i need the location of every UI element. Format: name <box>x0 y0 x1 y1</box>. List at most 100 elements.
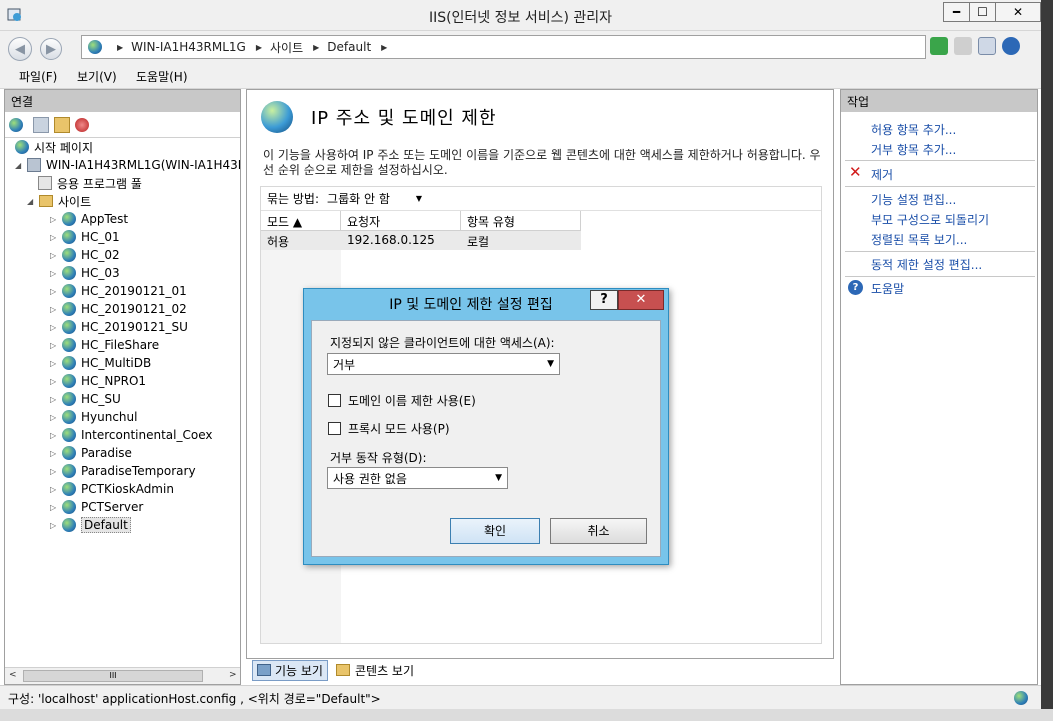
tree-site-item[interactable]: ▷ Default <box>50 516 131 534</box>
scroll-thumb[interactable]: III <box>23 670 203 682</box>
domain-restriction-checkbox[interactable]: 도메인 이름 제한 사용(E) <box>328 392 476 409</box>
row-0-requestor[interactable]: 192.168.0.125 <box>341 231 461 250</box>
view-ordered-list-link[interactable]: 정렬된 목록 보기... <box>871 231 967 248</box>
home-icon[interactable] <box>978 37 996 55</box>
checkbox-box[interactable] <box>328 394 341 407</box>
tree-site-item[interactable]: ▷ ParadiseTemporary <box>50 462 196 480</box>
breadcrumb-sites[interactable]: 사이트 <box>270 39 303 56</box>
horizontal-scrollbar[interactable]: < III > <box>5 667 240 684</box>
edit-feature-settings-link[interactable]: 기능 설정 편집... <box>871 191 956 208</box>
expand-icon[interactable]: ▷ <box>50 251 59 260</box>
add-deny-entry-link[interactable]: 거부 항목 추가... <box>871 141 956 158</box>
expand-icon[interactable]: ▷ <box>50 377 59 386</box>
row-0-entry-type[interactable]: 로컬 <box>461 231 581 250</box>
expand-icon[interactable]: ▷ <box>50 233 59 242</box>
site-globe-icon <box>62 446 76 460</box>
stop-icon[interactable] <box>954 37 972 55</box>
tree-site-item[interactable]: ▷ HC_20190121_02 <box>50 300 187 318</box>
tree-site-item[interactable]: ▷ HC_02 <box>50 246 120 264</box>
actions-header: 작업 <box>841 90 1037 112</box>
tree-site-item[interactable]: ▷ HC_FileShare <box>50 336 159 354</box>
tree-site-item[interactable]: ▷ PCTServer <box>50 498 143 516</box>
remove-link[interactable]: 제거 <box>871 166 893 183</box>
row-0-mode[interactable]: 허용 <box>261 231 341 250</box>
maximize-button[interactable]: ☐ <box>969 2 996 22</box>
help-icon[interactable] <box>1002 37 1020 55</box>
tree-site-item[interactable]: ▷ HC_01 <box>50 228 120 246</box>
tree-site-item[interactable]: ▷ HC_20190121_SU <box>50 318 188 336</box>
server-icon <box>27 158 41 172</box>
tree-sites[interactable]: ◢ 사이트 <box>27 192 91 210</box>
tree-site-item[interactable]: ▷ Paradise <box>50 444 132 462</box>
column-header-entry-type[interactable]: 항목 유형 <box>461 211 581 231</box>
checkbox-box[interactable] <box>328 422 341 435</box>
menu-file[interactable]: 파일(F) <box>19 68 57 85</box>
column-header-requestor[interactable]: 요청자 <box>341 211 461 231</box>
forward-button[interactable]: ▶ <box>40 38 62 60</box>
back-button[interactable]: ◀ <box>8 37 32 61</box>
edit-dynamic-restriction-link[interactable]: 동적 제한 설정 편집... <box>871 256 982 273</box>
disconnect-icon[interactable] <box>75 117 89 132</box>
close-button[interactable]: ✕ <box>995 2 1041 22</box>
expand-icon[interactable]: ▷ <box>50 395 59 404</box>
expand-icon[interactable]: ▷ <box>50 413 59 422</box>
expand-icon[interactable]: ▷ <box>50 323 59 332</box>
expand-icon[interactable]: ▷ <box>50 305 59 314</box>
tree-site-item[interactable]: ▷ HC_03 <box>50 264 120 282</box>
breadcrumb-default[interactable]: Default <box>327 40 371 54</box>
tree-site-item[interactable]: ▷ HC_20190121_01 <box>50 282 187 300</box>
collapse-icon[interactable]: ◢ <box>15 161 24 170</box>
dialog-close-button[interactable]: ✕ <box>618 290 664 310</box>
expand-icon[interactable]: ▷ <box>50 449 59 458</box>
expand-icon[interactable]: ▷ <box>50 215 59 224</box>
column-header-mode[interactable]: 모드 ▲ <box>261 211 341 231</box>
tree-server[interactable]: ◢ WIN-IA1H43RML1G(WIN-IA1H43RML1G <box>15 156 240 174</box>
address-bar[interactable]: ▶ WIN-IA1H43RML1G ▶ 사이트 ▶ Default ▶ <box>81 35 926 59</box>
connections-toolbar <box>5 112 240 138</box>
revert-to-parent-link[interactable]: 부모 구성으로 되돌리기 <box>871 211 989 228</box>
minimize-button[interactable]: ━ <box>943 2 970 22</box>
proxy-mode-checkbox[interactable]: 프록시 모드 사용(P) <box>328 420 450 437</box>
expand-icon[interactable]: ▷ <box>50 287 59 296</box>
refresh-icon[interactable] <box>930 37 948 55</box>
tree-app-pools[interactable]: 응용 프로그램 풀 <box>38 174 142 192</box>
breadcrumb-server[interactable]: WIN-IA1H43RML1G <box>131 40 246 54</box>
tree-site-item[interactable]: ▷ Hyunchul <box>50 408 137 426</box>
ok-button[interactable]: 확인 <box>450 518 540 544</box>
tab-features-view[interactable]: 기능 보기 <box>252 659 328 681</box>
expand-icon[interactable]: ▷ <box>50 467 59 476</box>
access-select[interactable]: 거부 ▼ <box>327 353 560 375</box>
expand-icon[interactable]: ▷ <box>50 521 59 530</box>
connect-icon[interactable] <box>9 117 23 132</box>
tab-content-view[interactable]: 콘텐츠 보기 <box>332 661 418 680</box>
site-globe-icon <box>62 230 76 244</box>
scroll-right-icon[interactable]: > <box>229 670 237 680</box>
expand-icon[interactable]: ▷ <box>50 341 59 350</box>
expand-icon[interactable]: ▷ <box>50 359 59 368</box>
tree-site-item[interactable]: ▷ AppTest <box>50 210 128 228</box>
tree-site-item[interactable]: ▷ HC_NPRO1 <box>50 372 146 390</box>
tree-site-item[interactable]: ▷ PCTKioskAdmin <box>50 480 174 498</box>
tree-site-item[interactable]: ▷ HC_SU <box>50 390 121 408</box>
menu-view[interactable]: 보기(V) <box>77 68 117 85</box>
expand-icon[interactable]: ▷ <box>50 485 59 494</box>
help-link[interactable]: 도움말 <box>871 280 904 297</box>
deny-type-select[interactable]: 사용 권한 없음 ▼ <box>327 467 508 489</box>
expand-icon[interactable]: ▷ <box>50 431 59 440</box>
scroll-left-icon[interactable]: < <box>9 670 17 680</box>
expand-icon[interactable]: ▷ <box>50 269 59 278</box>
expand-icon[interactable]: ▷ <box>50 503 59 512</box>
tree-site-item[interactable]: ▷ HC_MultiDB <box>50 354 151 372</box>
add-allow-entry-link[interactable]: 허용 항목 추가... <box>871 121 956 138</box>
site-globe-icon <box>62 428 76 442</box>
tree-site-item[interactable]: ▷ Intercontinental_Coex <box>50 426 212 444</box>
save-icon[interactable] <box>33 116 49 133</box>
cancel-button[interactable]: 취소 <box>550 518 647 544</box>
menu-help[interactable]: 도움말(H) <box>136 68 188 85</box>
dialog-help-button[interactable]: ? <box>590 290 618 310</box>
tree-start-page[interactable]: 시작 페이지 <box>15 138 93 156</box>
group-by-dropdown[interactable]: 그룹화 안 함 <box>327 190 390 207</box>
chevron-down-icon[interactable]: ▼ <box>416 194 422 203</box>
collapse-icon[interactable]: ◢ <box>27 197 36 206</box>
up-folder-icon[interactable] <box>54 116 70 133</box>
